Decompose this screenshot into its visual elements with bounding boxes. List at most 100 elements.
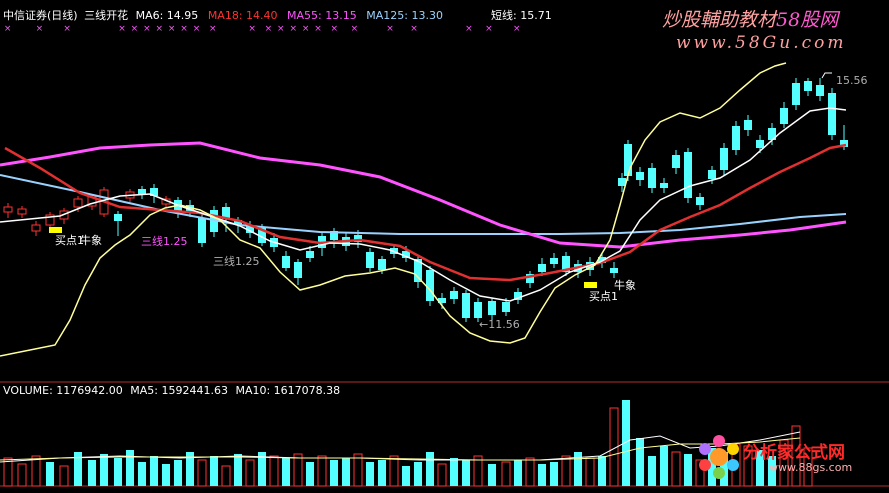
candle-body-down <box>550 258 558 264</box>
volume-bar-down <box>598 456 606 486</box>
volume-bar-up <box>501 461 511 487</box>
candle-body-down <box>488 301 496 315</box>
candle-body-down <box>816 85 824 96</box>
watermark-title-suffix: 58股网 <box>776 9 839 31</box>
volume-bar-down <box>88 460 96 486</box>
ma125-readout: MA125: 13.30 <box>366 9 443 22</box>
volume-bar-down <box>648 456 656 486</box>
low-mark-label: ←11.56 <box>479 318 520 331</box>
ma18-line <box>4 143 847 282</box>
candle-body-down <box>462 293 470 318</box>
candle-body-down <box>696 197 704 205</box>
candle-body-down <box>828 93 836 135</box>
high-mark-label: 15.56 <box>836 74 868 87</box>
volume-bars <box>3 400 813 487</box>
kline-chart[interactable]: 买点1 牛象 三线1.25 三线1.25 ←11.56 买点1 牛象 15.56 <box>0 0 889 493</box>
chart-header: 中信证券(日线) 三线开花 MA6: 14.95 MA18: 14.40 MA5… <box>3 9 443 23</box>
marker-row: × × × × × × × × × × × × × × × × × × × × … <box>0 24 522 34</box>
watermark-title: 炒股輔助教材58股网 <box>662 5 838 32</box>
volume-bar-up <box>671 451 681 487</box>
volume-bar-up <box>437 463 447 487</box>
candle-body-down <box>114 214 122 221</box>
volume-bar-down <box>46 462 54 486</box>
volume-bar-down <box>462 460 470 486</box>
candle-body-down <box>804 81 812 91</box>
volume-bar-up <box>353 453 363 487</box>
candle-body-down <box>792 83 800 105</box>
volume-bar-down <box>282 458 290 486</box>
candle-body-up <box>73 198 83 208</box>
volume-bar-down <box>660 446 668 486</box>
volume-bar-up <box>31 455 41 487</box>
volume-bar-up <box>525 457 535 487</box>
buy1-left-marker <box>49 227 62 233</box>
three-lines-left-label: 三线1.25 <box>141 234 188 248</box>
candle-body-down <box>648 168 656 188</box>
volume-bar-down <box>550 462 558 486</box>
bull-left-label: 牛象 <box>80 233 102 247</box>
candle-body-down <box>378 259 386 270</box>
volume-bar-up <box>17 463 27 487</box>
volume-ma5-readout: MA5: 1592441.63 <box>130 384 228 397</box>
candle-body-up <box>17 208 27 215</box>
short-line-readout: 短线: 15.71 <box>491 9 552 22</box>
buy1-right-marker <box>584 282 597 288</box>
three-lines-mid-label: 三线1.25 <box>213 254 260 268</box>
candle-body-down <box>660 183 668 188</box>
volume-bar-down <box>330 460 338 486</box>
moving-average-lines <box>0 62 847 357</box>
volume-bar-up <box>245 459 255 487</box>
candle-body-down <box>366 252 374 268</box>
volume-bar-down <box>150 456 158 486</box>
candle-body-down <box>450 291 458 299</box>
volume-bar-up <box>221 465 231 487</box>
bull-right-label: 牛象 <box>614 278 636 292</box>
volume-bar-up <box>197 459 207 487</box>
volume-bar-down <box>342 458 350 486</box>
badge-url: www.88gs.com <box>769 461 853 474</box>
candle-body-down <box>282 256 290 268</box>
volume-bar-down <box>426 452 434 486</box>
volume-bar-down <box>306 462 314 486</box>
volume-bar-down <box>488 464 496 486</box>
volume-bar-down <box>636 438 644 486</box>
candle-body-down <box>426 270 434 301</box>
short-line <box>0 62 787 357</box>
volume-bar-down <box>174 460 182 486</box>
ma55-readout: MA55: 13.15 <box>287 9 357 22</box>
volume-bar-down <box>366 462 374 486</box>
candle-body-down <box>672 155 680 168</box>
candle-body-down <box>474 302 482 318</box>
volume-bar-down <box>414 462 422 486</box>
volume-bar-down <box>100 454 108 486</box>
candle-body-down <box>708 170 716 179</box>
stock-title: 中信证券(日线) <box>3 9 78 22</box>
indicator-name: 三线开花 <box>84 9 129 22</box>
volume-bar-up <box>269 455 279 487</box>
volume-bar-down <box>126 450 134 486</box>
ma18-readout: MA18: 14.40 <box>207 9 278 22</box>
volume-ma10-readout: MA10: 1617078.38 <box>235 384 341 397</box>
volume-bar-up <box>317 455 327 487</box>
volume-bar-up <box>59 465 69 487</box>
candle-body-down <box>732 126 740 150</box>
volume-bar-up <box>561 455 571 487</box>
volume-bar-down <box>684 454 692 486</box>
high-mark-arrow <box>821 72 832 79</box>
ma6-readout: MA6: 14.95 <box>135 9 199 22</box>
volume-bar-up <box>389 455 399 487</box>
volume-bar-down <box>138 462 146 486</box>
candle-body-down <box>720 148 728 170</box>
candle-body-down <box>684 152 692 198</box>
watermark-title-text: 炒股輔助教材 <box>662 9 777 31</box>
candle-body-up <box>3 206 13 213</box>
volume-bar-down <box>162 464 170 486</box>
candle-body-down <box>198 218 206 243</box>
site-badge: 分析家公式网 www.88gs.com <box>693 428 883 486</box>
flower-logo-icon <box>699 435 739 479</box>
volume-bar-up <box>293 453 303 487</box>
badge-title: 分析家公式网 <box>743 443 845 463</box>
volume-readout: VOLUME: 1176942.00 <box>3 384 123 397</box>
volume-bar-down <box>538 464 546 486</box>
volume-bar-down <box>234 454 242 486</box>
